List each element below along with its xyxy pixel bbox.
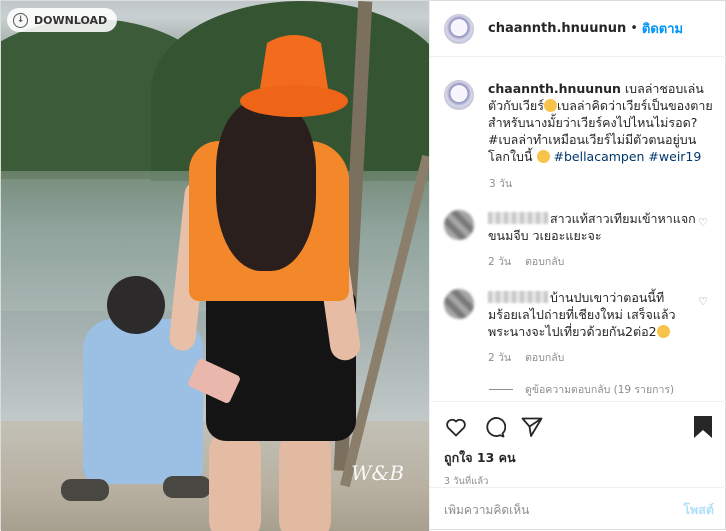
comment-time: 2 วัน [488,256,512,268]
comment-item: สาวแท้สาวเทียมเข้าหาแจกขนมจีบ วเยอะแยะจะ… [430,210,726,271]
comment-time: 2 วัน [488,352,512,364]
comments-scroll[interactable]: chaannth.hnuunun เบลล่าชอบเล่นตัวกับเวีย… [430,58,726,398]
caption: chaannth.hnuunun เบลล่าชอบเล่นตัวกับเวีย… [430,58,726,165]
comment-username-blurred[interactable] [488,212,548,224]
shoe [163,476,211,498]
watermark: W&B [351,461,405,485]
caption-time: 3 วัน [489,178,513,190]
comment-like-heart-icon[interactable]: ♡ [698,295,708,308]
reply-button[interactable]: ตอบกลับ [525,352,564,364]
avatar[interactable] [444,13,474,44]
add-comment-bar: โพสต์ [430,487,726,531]
follow-button[interactable]: ติดตาม [642,18,683,39]
caption-text: chaannth.hnuunun เบลล่าชอบเล่นตัวกับเวีย… [488,80,718,165]
comment-like-heart-icon[interactable]: ♡ [698,216,708,229]
likes-count[interactable]: ถูกใจ 13 คน [444,448,714,468]
header-username[interactable]: chaannth.hnuunun [488,21,626,36]
post-photo[interactable]: W&B ↓ DOWNLOAD [1,1,429,531]
heart-icon[interactable] [444,415,468,439]
replies-line [489,389,513,390]
comment-item: บ้านปบเขาว่าตอนนี้ทีมร้อยเลไปถ่ายที่เชีย… [430,289,726,367]
comment-username-blurred[interactable] [488,291,548,303]
download-label: DOWNLOAD [34,13,108,27]
caption-hashtags[interactable]: #bellacampen #weir19 [554,149,702,164]
post-header: chaannth.hnuunun • ติดตาม [430,1,726,57]
download-icon: ↓ [13,12,28,28]
person-head [107,276,165,334]
caption-username[interactable]: chaannth.hnuunun [488,81,621,96]
comment-avatar-blurred[interactable] [444,289,474,319]
caption-avatar[interactable] [444,80,474,110]
post-actions: ถูกใจ 13 คน 3 วันที่แล้ว [430,401,726,487]
comment-avatar-blurred[interactable] [444,210,474,240]
comment-input[interactable] [444,502,684,517]
reply-button[interactable]: ตอบกลับ [525,256,564,268]
post-comment-button[interactable]: โพสต์ [683,500,714,520]
comment-icon[interactable] [482,415,506,439]
view-replies-button[interactable]: ดูข้อความตอบกลับ (19 รายการ) [489,381,726,398]
leg [209,431,261,531]
bucket-hat [240,35,348,117]
emoji-icon [536,150,550,163]
share-icon[interactable] [520,415,544,439]
separator-dot: • [630,21,638,36]
leg [279,431,331,531]
post-dialog: W&B ↓ DOWNLOAD chaannth.hnuunun • ติดตาม… [0,0,726,531]
bookmark-icon[interactable] [692,415,714,439]
hair [216,101,316,271]
shoe [61,479,109,501]
emoji-icon [656,325,670,338]
view-replies-label: ดูข้อความตอบกลับ (19 รายการ) [525,384,675,396]
post-sidebar: chaannth.hnuunun • ติดตาม chaannth.hnuun… [429,1,726,531]
emoji-icon [543,99,557,112]
download-button[interactable]: ↓ DOWNLOAD [7,8,118,32]
